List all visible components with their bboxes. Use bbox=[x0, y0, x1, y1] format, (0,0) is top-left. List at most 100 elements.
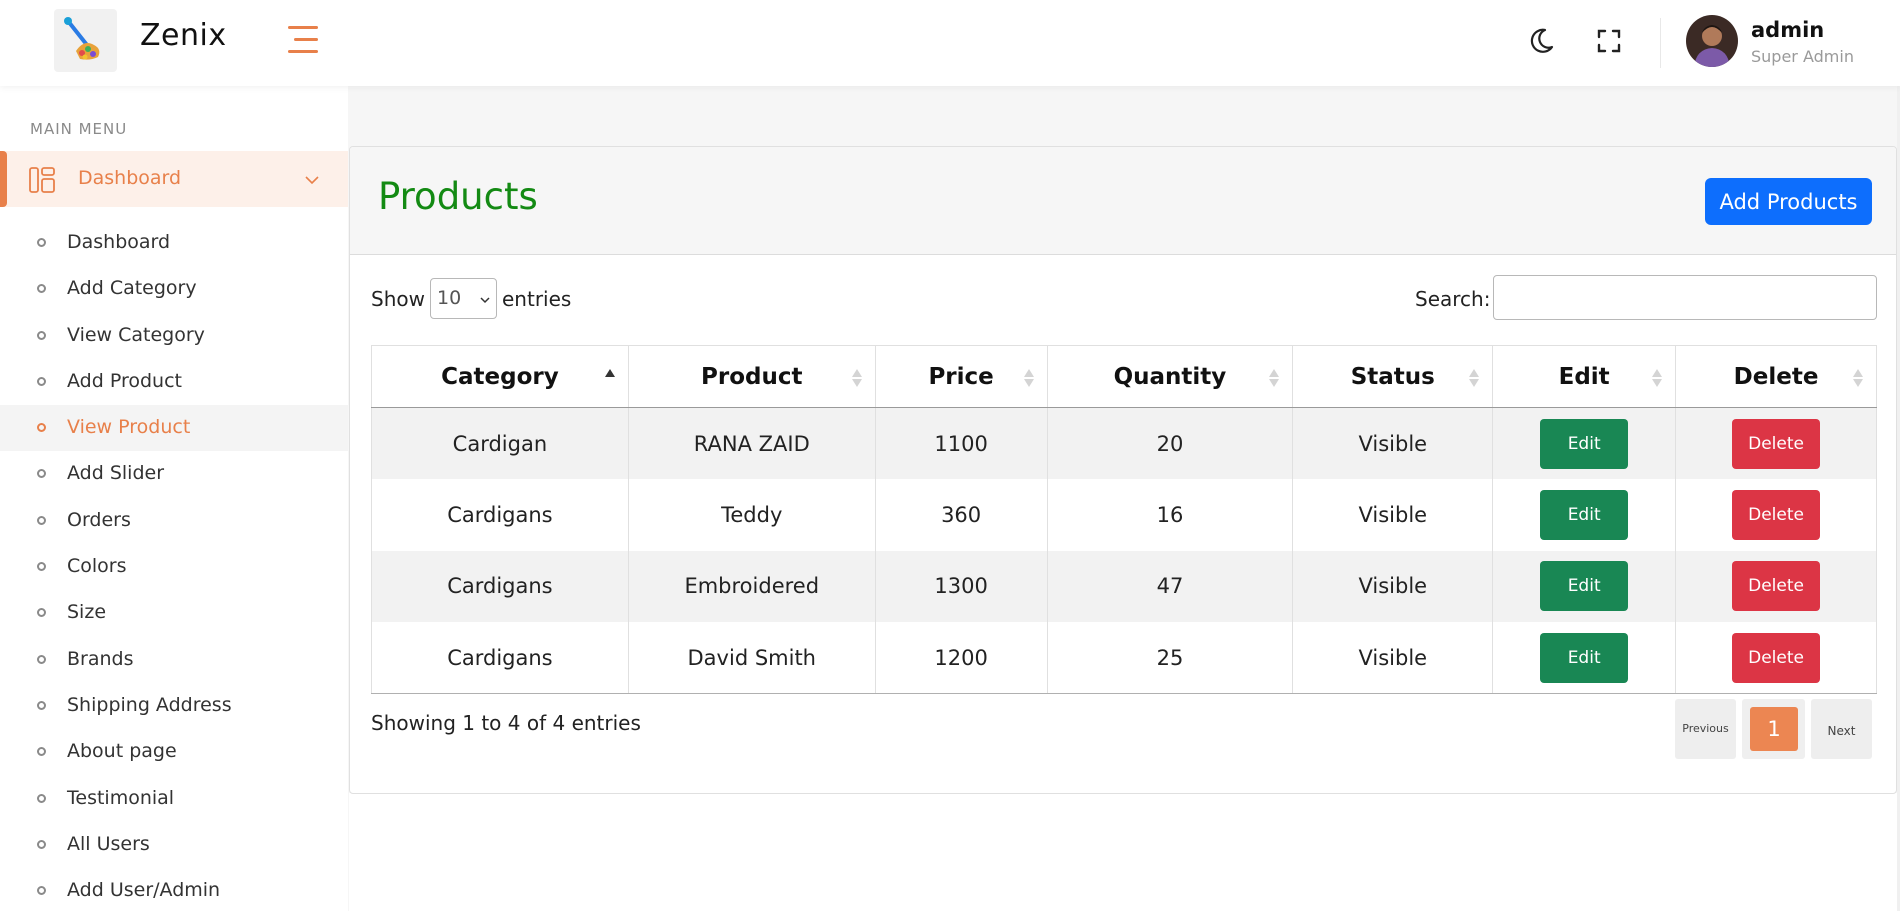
table-header-row: Category Product Price Quantity Status E… bbox=[371, 345, 1877, 408]
edit-button[interactable]: Edit bbox=[1540, 561, 1629, 612]
products-table: Category Product Price Quantity Status E… bbox=[371, 345, 1877, 694]
sidebar-item-view-product[interactable]: View Product bbox=[0, 405, 348, 452]
pagination-page[interactable]: 1 bbox=[1742, 699, 1805, 759]
column-header-price[interactable]: Price bbox=[874, 345, 1048, 408]
column-label: Edit bbox=[1558, 363, 1610, 390]
sidebar-item-colors[interactable]: Colors bbox=[0, 544, 348, 590]
cell-edit: Edit bbox=[1492, 407, 1677, 479]
column-header-category[interactable]: Category bbox=[371, 345, 629, 408]
sidebar-item-label: Shipping Address bbox=[67, 693, 232, 716]
cell-category: Cardigans bbox=[371, 479, 629, 551]
moon-icon[interactable] bbox=[1525, 25, 1557, 57]
cell-category: Cardigans bbox=[371, 622, 629, 694]
add-products-button[interactable]: Add Products bbox=[1705, 178, 1872, 225]
bullet-icon bbox=[37, 700, 46, 710]
cell-delete: Delete bbox=[1675, 479, 1877, 551]
entries-select[interactable]: 10 bbox=[430, 278, 497, 319]
column-label: Status bbox=[1350, 363, 1435, 390]
bullet-icon bbox=[37, 376, 46, 386]
sidebar-item-label: Dashboard bbox=[78, 167, 182, 189]
avatar[interactable] bbox=[1686, 15, 1738, 67]
edit-button[interactable]: Edit bbox=[1540, 632, 1629, 683]
column-header-product[interactable]: Product bbox=[627, 345, 876, 408]
sidebar-item-label: Dashboard bbox=[67, 231, 171, 253]
content-footer-area bbox=[349, 793, 1897, 911]
delete-button[interactable]: Delete bbox=[1732, 632, 1821, 683]
brand-logo[interactable] bbox=[54, 9, 117, 72]
column-label: Category bbox=[441, 363, 559, 390]
sidebar-item-add-category[interactable]: Add Category bbox=[0, 266, 348, 312]
sidebar-item-add-user-admin[interactable]: Add User/Admin bbox=[0, 868, 348, 914]
sidebar-item-all-users[interactable]: All Users bbox=[0, 822, 348, 868]
column-header-delete[interactable]: Delete bbox=[1675, 345, 1877, 408]
sidebar-item-about-page[interactable]: About page bbox=[0, 729, 348, 775]
user-name[interactable]: admin bbox=[1751, 18, 1824, 42]
sidebar-item-orders[interactable]: Orders bbox=[0, 498, 348, 544]
column-header-edit[interactable]: Edit bbox=[1492, 345, 1677, 408]
cell-category: Cardigans bbox=[371, 550, 629, 622]
cell-category: Cardigan bbox=[371, 407, 629, 479]
sidebar-item-label: Size bbox=[67, 601, 107, 624]
sidebar-item-testimonial[interactable]: Testimonial bbox=[0, 776, 348, 822]
sidebar-item-label: About page bbox=[67, 740, 177, 763]
entries-select-value: 10 bbox=[437, 287, 462, 309]
sort-icon bbox=[851, 369, 862, 387]
menu-heading: MAIN MENU bbox=[30, 120, 128, 138]
delete-button[interactable]: Delete bbox=[1732, 561, 1821, 612]
fullscreen-icon[interactable] bbox=[1593, 25, 1625, 57]
sidebar-item-size[interactable]: Size bbox=[0, 590, 348, 636]
sidebar-item-label: All Users bbox=[67, 832, 150, 855]
table-row: Cardigans Embroidered 1300 47 Visible Ed… bbox=[371, 550, 1877, 622]
delete-button[interactable]: Delete bbox=[1732, 418, 1821, 469]
table-row: Cardigans David Smith 1200 25 Visible Ed… bbox=[371, 622, 1877, 694]
sidebar-item-label: Brands bbox=[67, 647, 134, 670]
sidebar-item-label: Add Product bbox=[67, 369, 182, 392]
sidebar-item-add-slider[interactable]: Add Slider bbox=[0, 451, 348, 497]
pagination-previous[interactable]: Previous bbox=[1675, 699, 1736, 759]
column-label: Delete bbox=[1733, 363, 1819, 390]
cell-status: Visible bbox=[1292, 550, 1494, 622]
bullet-icon bbox=[37, 793, 46, 803]
sort-icon bbox=[1469, 369, 1480, 387]
column-label: Price bbox=[928, 363, 994, 390]
sidebar-item-dashboard-group[interactable]: Dashboard bbox=[0, 151, 348, 207]
bullet-icon bbox=[37, 423, 46, 433]
bullet-icon bbox=[37, 515, 46, 525]
active-indicator bbox=[0, 151, 7, 207]
sidebar-item-brands[interactable]: Brands bbox=[0, 637, 348, 683]
show-label: Show bbox=[371, 287, 425, 311]
sidebar-item-label: Add Slider bbox=[67, 462, 165, 485]
edit-button[interactable]: Edit bbox=[1540, 418, 1629, 469]
sidebar-item-add-product[interactable]: Add Product bbox=[0, 359, 348, 405]
sidebar-item-label: Testimonial bbox=[67, 786, 175, 809]
sidebar-item-shipping-address[interactable]: Shipping Address bbox=[0, 683, 348, 729]
cell-price: 1300 bbox=[874, 550, 1048, 622]
sort-icon bbox=[1023, 369, 1034, 387]
sidebar-item-label: Colors bbox=[67, 555, 127, 578]
cell-product: Teddy bbox=[627, 479, 876, 551]
cell-edit: Edit bbox=[1492, 479, 1677, 551]
search-label: Search: bbox=[1415, 287, 1491, 311]
edit-button[interactable]: Edit bbox=[1540, 489, 1629, 540]
bullet-icon bbox=[37, 284, 46, 294]
sidebar-item-view-category[interactable]: View Category bbox=[0, 313, 348, 359]
search-input[interactable] bbox=[1493, 275, 1877, 320]
cell-quantity: 16 bbox=[1046, 479, 1294, 551]
sort-icon bbox=[1853, 369, 1863, 387]
top-header: Zenix admin Super Admin bbox=[0, 0, 1900, 86]
hamburger-icon[interactable] bbox=[286, 24, 322, 56]
cell-edit: Edit bbox=[1492, 622, 1677, 694]
pagination-next[interactable]: Next bbox=[1811, 699, 1872, 759]
brand-name: Zenix bbox=[140, 18, 227, 53]
delete-button[interactable]: Delete bbox=[1732, 489, 1821, 540]
sidebar-item-dashboard[interactable]: Dashboard bbox=[0, 220, 348, 266]
sort-icon bbox=[1269, 369, 1280, 387]
cell-price: 360 bbox=[874, 479, 1048, 551]
table-row: Cardigan RANA ZAID 1100 20 Visible Edit … bbox=[371, 407, 1877, 479]
column-header-quantity[interactable]: Quantity bbox=[1046, 345, 1294, 408]
bullet-icon bbox=[37, 562, 46, 572]
column-label: Quantity bbox=[1113, 363, 1227, 390]
cell-edit: Edit bbox=[1492, 550, 1677, 622]
bullet-icon bbox=[37, 654, 46, 664]
column-header-status[interactable]: Status bbox=[1292, 345, 1494, 408]
